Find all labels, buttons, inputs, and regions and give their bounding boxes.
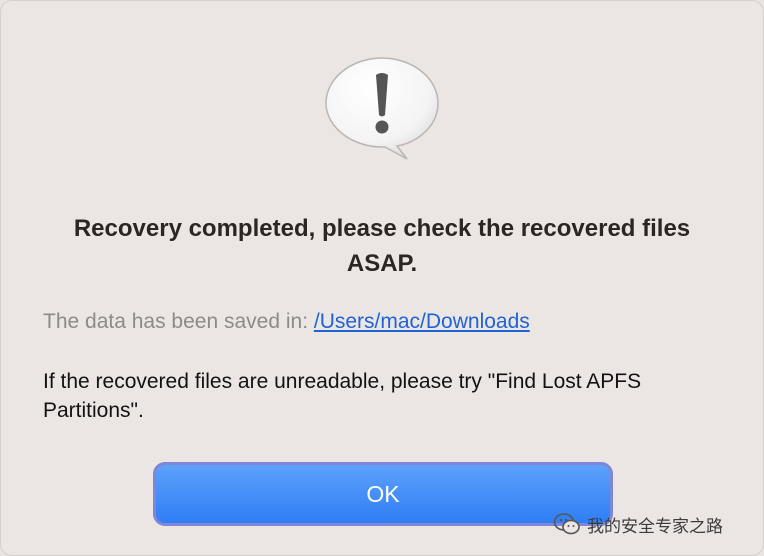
wechat-icon: [553, 513, 580, 535]
saved-location-line: The data has been saved in: /Users/mac/D…: [43, 310, 743, 334]
watermark-text: 我的安全专家之路: [587, 516, 723, 537]
unreadable-files-hint: If the recovered files are unreadable, p…: [43, 370, 642, 422]
watermark: 我的安全专家之路: [553, 510, 723, 538]
alert-speech-bubble-icon: [325, 57, 439, 160]
ok-button[interactable]: OK: [153, 462, 613, 526]
alert-dialog: Recovery completed, please check the rec…: [0, 0, 764, 556]
dialog-title: Recovery completed, please check the rec…: [73, 215, 691, 277]
saved-path-link[interactable]: /Users/mac/Downloads: [314, 310, 530, 333]
saved-location-label: The data has been saved in:: [43, 310, 314, 333]
